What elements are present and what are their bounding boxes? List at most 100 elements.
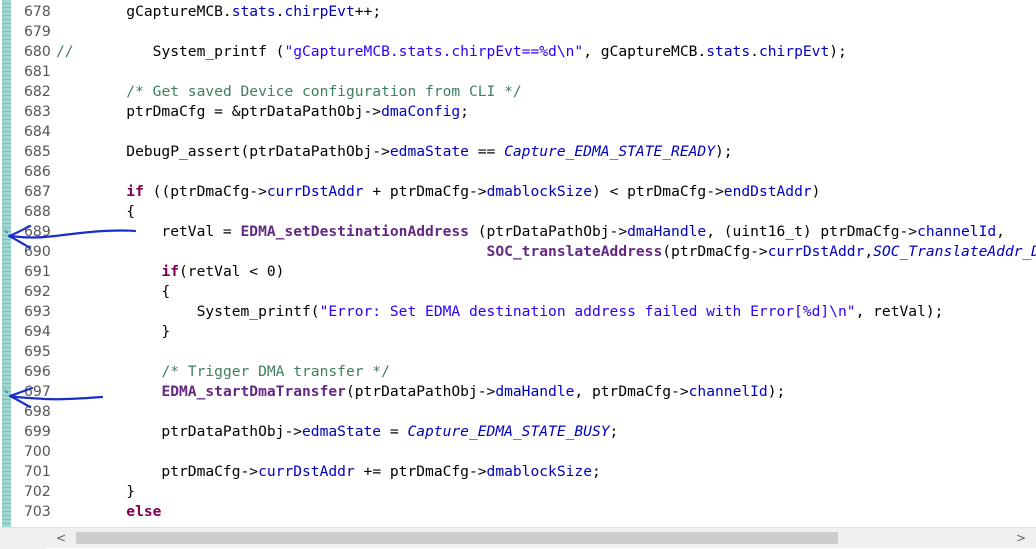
code-token-plain: ; [609,423,619,440]
code-token-keyword: if [161,263,180,280]
code-token-plain: ); [767,383,786,400]
code-token-plain: gCaptureMCB. [56,3,232,20]
code-token-plain: , ptrDmaCfg-> [574,383,689,400]
code-token-enum: Capture_EDMA_STATE_BUSY [407,423,610,440]
code-token-plain: (ptrDataPathObj-> [468,223,628,240]
code-token-plain: ) < ptrDmaCfg-> [592,183,724,200]
code-text[interactable]: { [56,202,135,222]
code-token-enum: SOC_TranslateAddr_Dir_TO_EDMA [873,243,1036,260]
code-text[interactable]: SOC_translateAddress(ptrDmaCfg->currDstA… [56,242,1036,262]
code-token-string: "gCaptureMCB.stats.chirpEvt==%d\n" [284,43,584,60]
code-token-plain: ; [460,103,469,120]
code-line[interactable]: 692 { [0,282,1036,302]
scrollbar-thumb[interactable] [76,532,838,544]
code-token-comment: /* Get saved Device configuration from C… [126,83,522,100]
code-token-plain: ++; [354,3,382,20]
code-line[interactable]: 681 [0,62,1036,82]
code-text[interactable]: if(retVal < 0) [56,262,284,282]
code-line[interactable]: 693 System_printf("Error: Set EDMA desti… [0,302,1036,322]
scroll-right-arrow-icon[interactable]: > [1006,528,1036,549]
code-token-plain: + ptrDmaCfg-> [363,183,487,200]
code-token-field: channelId [688,383,768,400]
line-number: 686 [24,164,51,180]
code-token-field: dmaHandle [495,383,575,400]
code-token-plain: ; [591,463,601,480]
code-token-plain: ((ptrDmaCfg-> [143,183,267,200]
code-text[interactable]: ptrDataPathObj->edmaState = Capture_EDMA… [56,422,618,442]
code-line[interactable]: 691 if(retVal < 0) [0,262,1036,282]
code-text[interactable]: System_printf("Error: Set EDMA destinati… [56,302,944,322]
code-token-plain: ptrDmaCfg-> [56,463,259,480]
code-line[interactable]: 679 [0,22,1036,42]
code-token-keyword: else [126,503,162,520]
code-line[interactable]: 683 ptrDmaCfg = &ptrDataPathObj->dmaConf… [0,102,1036,122]
line-number: 700 [24,444,51,460]
code-token-plain: ptrDataPathObj-> [56,423,303,440]
horizontal-scrollbar[interactable]: < > [0,527,1036,549]
code-line[interactable]: 696 /* Trigger DMA transfer */ [0,362,1036,382]
code-line[interactable]: 690 SOC_translateAddress(ptrDmaCfg->curr… [0,242,1036,262]
code-text[interactable]: ptrDmaCfg->currDstAddr += ptrDmaCfg->dma… [56,462,601,482]
code-line[interactable]: 703 else [0,502,1036,522]
line-number: 681 [24,64,51,80]
code-text[interactable]: gCaptureMCB.stats.chirpEvt++; [56,2,381,22]
scroll-left-arrow-icon[interactable]: < [46,528,76,549]
code-text[interactable]: /* Get saved Device configuration from C… [56,82,522,102]
code-token-field: edmaState [302,423,382,440]
code-token-plain: ); [714,143,733,160]
code-line[interactable]: 699 ptrDataPathObj->edmaState = Capture_… [0,422,1036,442]
code-token-plain: , [996,223,1005,240]
code-editor[interactable]: ↘ ↘ 678 gCaptureMCB.stats.chirpEvt++; 679 6… [0,0,1036,527]
code-token-plain: { [56,203,136,220]
code-token-field: currDstAddr [266,183,364,200]
code-line[interactable]: 685 DebugP_assert(ptrDataPathObj->edmaSt… [0,142,1036,162]
code-line[interactable]: 682 /* Get saved Device configuration fr… [0,82,1036,102]
code-line[interactable]: 698 [0,402,1036,422]
code-line[interactable]: 697 EDMA_startDmaTransfer(ptrDataPathObj… [0,382,1036,402]
code-text[interactable]: // System_printf ("gCaptureMCB.stats.chi… [56,42,847,62]
code-text[interactable]: { [56,282,170,302]
line-number: 695 [24,344,51,360]
code-text[interactable]: ptrDmaCfg = &ptrDataPathObj->dmaConfig; [56,102,469,122]
code-line[interactable]: 700 [0,442,1036,462]
code-text[interactable]: if ((ptrDmaCfg->currDstAddr + ptrDmaCfg-… [56,182,820,202]
code-line[interactable]: 687 if ((ptrDmaCfg->currDstAddr + ptrDma… [0,182,1036,202]
code-line[interactable]: 689 retVal = EDMA_setDestinationAddress … [0,222,1036,242]
code-token-plain: } [56,483,136,500]
code-token-plain: += ptrDmaCfg-> [354,463,487,480]
code-line[interactable]: 686 [0,162,1036,182]
code-token-plain: System_printf ( [73,43,285,60]
code-text[interactable]: /* Trigger DMA transfer */ [56,362,389,382]
code-token-field: stats [231,3,276,20]
code-line[interactable]: 680// System_printf ("gCaptureMCB.stats.… [0,42,1036,62]
code-text[interactable]: } [56,322,170,342]
code-text[interactable]: } [56,482,135,502]
code-token-plain: ptrDmaCfg = &ptrDataPathObj-> [56,103,382,120]
code-text[interactable]: else [56,502,161,522]
code-token-field: edmaState [389,143,469,160]
code-line[interactable]: 678 gCaptureMCB.stats.chirpEvt++; [0,2,1036,22]
code-line[interactable]: 688 { [0,202,1036,222]
code-token-func: EDMA_startDmaTransfer [161,383,346,400]
code-text[interactable]: EDMA_startDmaTransfer(ptrDataPathObj->dm… [56,382,785,402]
code-token-plain: . [750,43,759,60]
code-token-field: chirpEvt [284,3,355,20]
code-token-field: dmaConfig [381,103,461,120]
code-token-field: channelId [917,223,997,240]
code-line[interactable]: 701 ptrDmaCfg->currDstAddr += ptrDmaCfg-… [0,462,1036,482]
code-token-plain: , retVal); [855,303,944,320]
code-token-keyword: if [126,183,144,200]
code-line[interactable]: 684 [0,122,1036,142]
code-text[interactable]: retVal = EDMA_setDestinationAddress (ptr… [56,222,1005,242]
code-token-plain: (ptrDataPathObj-> [345,383,496,400]
code-line[interactable]: 694 } [0,322,1036,342]
code-line[interactable]: 695 [0,342,1036,362]
code-token-field: dmaHandle [627,223,707,240]
code-text[interactable]: DebugP_assert(ptrDataPathObj->edmaState … [56,142,733,162]
code-line[interactable]: 702 } [0,482,1036,502]
